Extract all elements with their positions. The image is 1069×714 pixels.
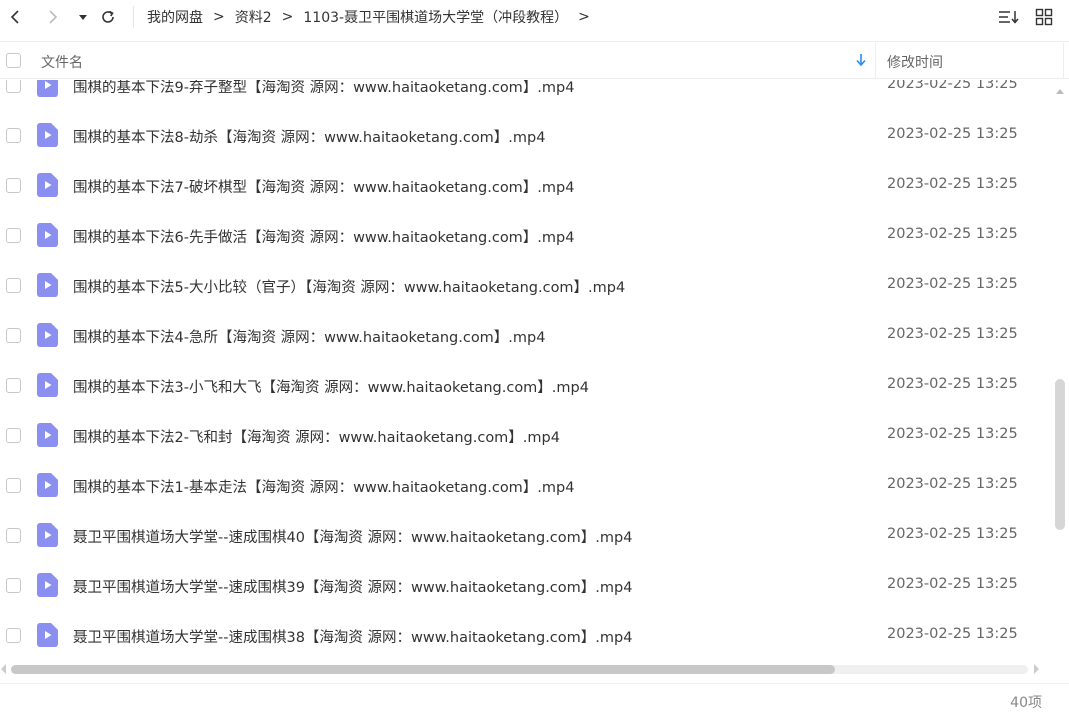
video-file-icon: [37, 273, 58, 297]
row-checkbox[interactable]: [6, 628, 21, 643]
file-name[interactable]: 围棋的基本下法1-基本走法【海淘资 源网：www.haitaoketang.co…: [73, 476, 574, 497]
file-modified-time: 2023-02-25 13:25: [887, 626, 1018, 642]
toolbar: 我的网盘 > 资料2 > 1103-聂卫平围棋道场大学堂（冲段教程） >: [0, 0, 1069, 36]
forward-button[interactable]: [42, 6, 64, 28]
horizontal-scrollbar[interactable]: [0, 662, 1050, 676]
breadcrumb: 我的网盘 > 资料2 > 1103-聂卫平围棋道场大学堂（冲段教程） >: [147, 0, 600, 34]
breadcrumb-separator[interactable]: >: [578, 9, 590, 25]
row-checkbox[interactable]: [6, 128, 21, 143]
video-file-icon: [37, 473, 58, 497]
scroll-up-icon[interactable]: [1056, 88, 1064, 94]
file-name[interactable]: 围棋的基本下法2-飞和封【海淘资 源网：www.haitaoketang.com…: [73, 426, 560, 447]
caret-down-icon: [79, 15, 87, 20]
breadcrumb-item-folder[interactable]: 资料2: [235, 7, 272, 27]
file-modified-time: 2023-02-25 13:25: [887, 126, 1018, 142]
chevron-right-icon: [49, 10, 58, 24]
file-name[interactable]: 围棋的基本下法8-劫杀【海淘资 源网：www.haitaoketang.com】…: [73, 126, 545, 147]
file-name[interactable]: 围棋的基本下法9-弃子整型【海淘资 源网：www.haitaoketang.co…: [73, 80, 574, 97]
column-time-header[interactable]: 修改时间: [887, 52, 943, 72]
file-modified-time: 2023-02-25 13:25: [887, 376, 1018, 392]
file-modified-time: 2023-02-25 13:25: [887, 476, 1018, 492]
horizontal-scroll-thumb[interactable]: [11, 665, 835, 674]
file-row[interactable]: 围棋的基本下法7-破坏棋型【海淘资 源网：www.haitaoketang.co…: [0, 160, 1050, 210]
sort-descending-icon[interactable]: [855, 53, 867, 67]
row-checkbox[interactable]: [6, 578, 21, 593]
video-file-icon: [37, 123, 58, 147]
file-name[interactable]: 围棋的基本下法4-急所【海淘资 源网：www.haitaoketang.com】…: [73, 326, 545, 347]
row-checkbox[interactable]: [6, 228, 21, 243]
file-row[interactable]: 围棋的基本下法4-急所【海淘资 源网：www.haitaoketang.com】…: [0, 310, 1050, 360]
file-name[interactable]: 围棋的基本下法6-先手做活【海淘资 源网：www.haitaoketang.co…: [73, 226, 574, 247]
refresh-icon: [102, 10, 114, 23]
chevron-left-icon: [10, 10, 19, 24]
breadcrumb-separator: >: [281, 9, 294, 25]
file-modified-time: 2023-02-25 13:25: [887, 526, 1018, 542]
file-row[interactable]: 围棋的基本下法9-弃子整型【海淘资 源网：www.haitaoketang.co…: [0, 80, 1050, 110]
column-divider[interactable]: [875, 43, 876, 79]
scroll-right-icon[interactable]: [1034, 664, 1040, 674]
file-list: 围棋的基本下法9-弃子整型【海淘资 源网：www.haitaoketang.co…: [0, 80, 1050, 660]
file-modified-time: 2023-02-25 13:25: [887, 326, 1018, 342]
video-file-icon: [37, 173, 58, 197]
file-row[interactable]: 围棋的基本下法8-劫杀【海淘资 源网：www.haitaoketang.com】…: [0, 110, 1050, 160]
file-name[interactable]: 聂卫平围棋道场大学堂--速成围棋40【海淘资 源网：www.haitaoketa…: [73, 526, 632, 547]
row-checkbox[interactable]: [6, 278, 21, 293]
file-modified-time: 2023-02-25 13:25: [887, 276, 1018, 292]
sort-icon: [999, 11, 1019, 24]
history-dropdown-button[interactable]: [72, 6, 94, 28]
file-row[interactable]: 聂卫平围棋道场大学堂--速成围棋40【海淘资 源网：www.haitaoketa…: [0, 510, 1050, 560]
video-file-icon: [37, 623, 58, 647]
grid-view-button[interactable]: [1033, 7, 1055, 27]
file-modified-time: 2023-02-25 13:25: [887, 226, 1018, 242]
vertical-scroll-thumb[interactable]: [1055, 379, 1065, 530]
file-row[interactable]: 围棋的基本下法3-小飞和大飞【海淘资 源网：www.haitaoketang.c…: [0, 360, 1050, 410]
file-row[interactable]: 聂卫平围棋道场大学堂--速成围棋38【海淘资 源网：www.haitaoketa…: [0, 610, 1050, 660]
column-name-header[interactable]: 文件名: [41, 52, 83, 72]
file-modified-time: 2023-02-25 13:25: [887, 426, 1018, 442]
item-count: 40项: [1010, 695, 1042, 711]
breadcrumb-item-root[interactable]: 我的网盘: [147, 7, 203, 27]
video-file-icon: [37, 573, 58, 597]
row-checkbox[interactable]: [6, 328, 21, 343]
file-name[interactable]: 围棋的基本下法7-破坏棋型【海淘资 源网：www.haitaoketang.co…: [73, 176, 574, 197]
video-file-icon: [37, 323, 58, 347]
video-file-icon: [37, 523, 58, 547]
file-modified-time: 2023-02-25 13:25: [887, 176, 1018, 192]
file-name[interactable]: 聂卫平围棋道场大学堂--速成围棋39【海淘资 源网：www.haitaoketa…: [73, 576, 632, 597]
file-name[interactable]: 围棋的基本下法3-小飞和大飞【海淘资 源网：www.haitaoketang.c…: [73, 376, 589, 397]
video-file-icon: [37, 223, 58, 247]
file-row[interactable]: 围棋的基本下法1-基本走法【海淘资 源网：www.haitaoketang.co…: [0, 460, 1050, 510]
toolbar-divider: [133, 6, 134, 28]
refresh-button[interactable]: [97, 6, 119, 28]
file-name[interactable]: 围棋的基本下法5-大小比较（官子）【海淘资 源网：www.haitaoketan…: [73, 276, 625, 297]
row-checkbox[interactable]: [6, 378, 21, 393]
file-row[interactable]: 围棋的基本下法5-大小比较（官子）【海淘资 源网：www.haitaoketan…: [0, 260, 1050, 310]
scroll-left-icon[interactable]: [0, 664, 6, 674]
file-row[interactable]: 聂卫平围棋道场大学堂--速成围棋39【海淘资 源网：www.haitaoketa…: [0, 560, 1050, 610]
video-file-icon: [37, 423, 58, 447]
select-all-checkbox[interactable]: [6, 53, 21, 68]
breadcrumb-item-current[interactable]: 1103-聂卫平围棋道场大学堂（冲段教程）: [303, 7, 568, 27]
row-checkbox[interactable]: [6, 528, 21, 543]
column-divider[interactable]: [1063, 43, 1064, 79]
grid-view-icon: [1035, 8, 1053, 26]
vertical-scrollbar[interactable]: [1053, 80, 1067, 660]
row-checkbox[interactable]: [6, 478, 21, 493]
row-checkbox[interactable]: [6, 428, 21, 443]
file-name[interactable]: 聂卫平围棋道场大学堂--速成围棋38【海淘资 源网：www.haitaoketa…: [73, 626, 632, 647]
row-checkbox[interactable]: [6, 80, 21, 93]
status-bar: 40项: [0, 683, 1069, 714]
column-header: 文件名 修改时间: [0, 41, 1069, 79]
back-button[interactable]: [4, 6, 26, 28]
video-file-icon: [37, 80, 58, 97]
file-row[interactable]: 围棋的基本下法6-先手做活【海淘资 源网：www.haitaoketang.co…: [0, 210, 1050, 260]
file-modified-time: 2023-02-25 13:25: [887, 80, 1018, 92]
file-row[interactable]: 围棋的基本下法2-飞和封【海淘资 源网：www.haitaoketang.com…: [0, 410, 1050, 460]
breadcrumb-separator: >: [213, 9, 225, 25]
sort-button[interactable]: [998, 7, 1020, 27]
video-file-icon: [37, 373, 58, 397]
row-checkbox[interactable]: [6, 178, 21, 193]
file-modified-time: 2023-02-25 13:25: [887, 576, 1018, 592]
